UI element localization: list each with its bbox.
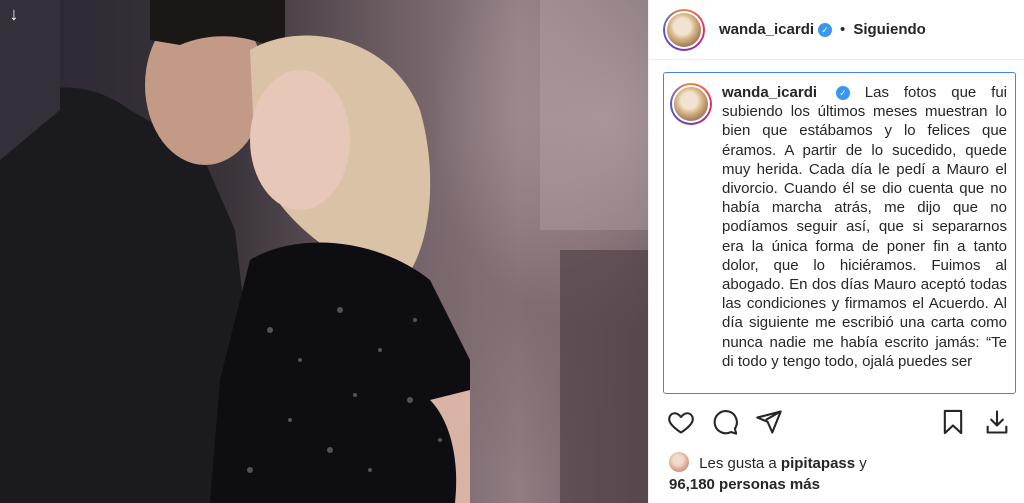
post-photo-art [0, 0, 648, 503]
verified-badge-icon: ✓ [835, 86, 850, 101]
likes-prefix: Les gusta a [699, 455, 777, 472]
likes-count[interactable]: 96,180 personas más [669, 476, 820, 493]
post-photo[interactable]: ↓ [0, 0, 648, 503]
caption-body: Las fotos que fui subiendo los últimos m… [722, 84, 1007, 370]
likes-summary: Les gusta a pipitapass y 96,180 personas… [669, 452, 1009, 495]
likes-conjunction: y [859, 455, 867, 472]
caption: wanda_icardi ✓ Las fotos que fui subiend… [670, 83, 1007, 371]
download-arrow-icon[interactable]: ↓ [4, 4, 24, 24]
separator-dot: • [840, 21, 846, 38]
caption-text: wanda_icardi ✓ Las fotos que fui subiend… [722, 83, 1007, 371]
caption-box[interactable]: wanda_icardi ✓ Las fotos que fui subiend… [663, 72, 1016, 394]
post-side-panel: wanda_icardi ✓ • Siguiendo wanda_icardi … [648, 0, 1024, 503]
caption-avatar[interactable] [670, 83, 712, 125]
heart-icon[interactable] [667, 408, 695, 436]
liker-username[interactable]: pipitapass [781, 455, 855, 472]
comment-bubble-icon[interactable] [711, 408, 739, 436]
post-header: wanda_icardi ✓ • Siguiendo [649, 0, 1024, 60]
bookmark-icon[interactable] [939, 408, 967, 436]
avatar[interactable] [663, 8, 705, 51]
caption-username[interactable]: wanda_icardi [722, 84, 817, 101]
following-button[interactable]: Siguiendo [853, 21, 926, 38]
action-bar [667, 404, 1013, 442]
liker-avatar[interactable] [669, 452, 689, 472]
download-icon[interactable] [983, 408, 1011, 436]
header-username[interactable]: wanda_icardi [719, 21, 814, 38]
paper-plane-icon[interactable] [755, 408, 783, 436]
verified-badge-icon: ✓ [818, 22, 833, 37]
